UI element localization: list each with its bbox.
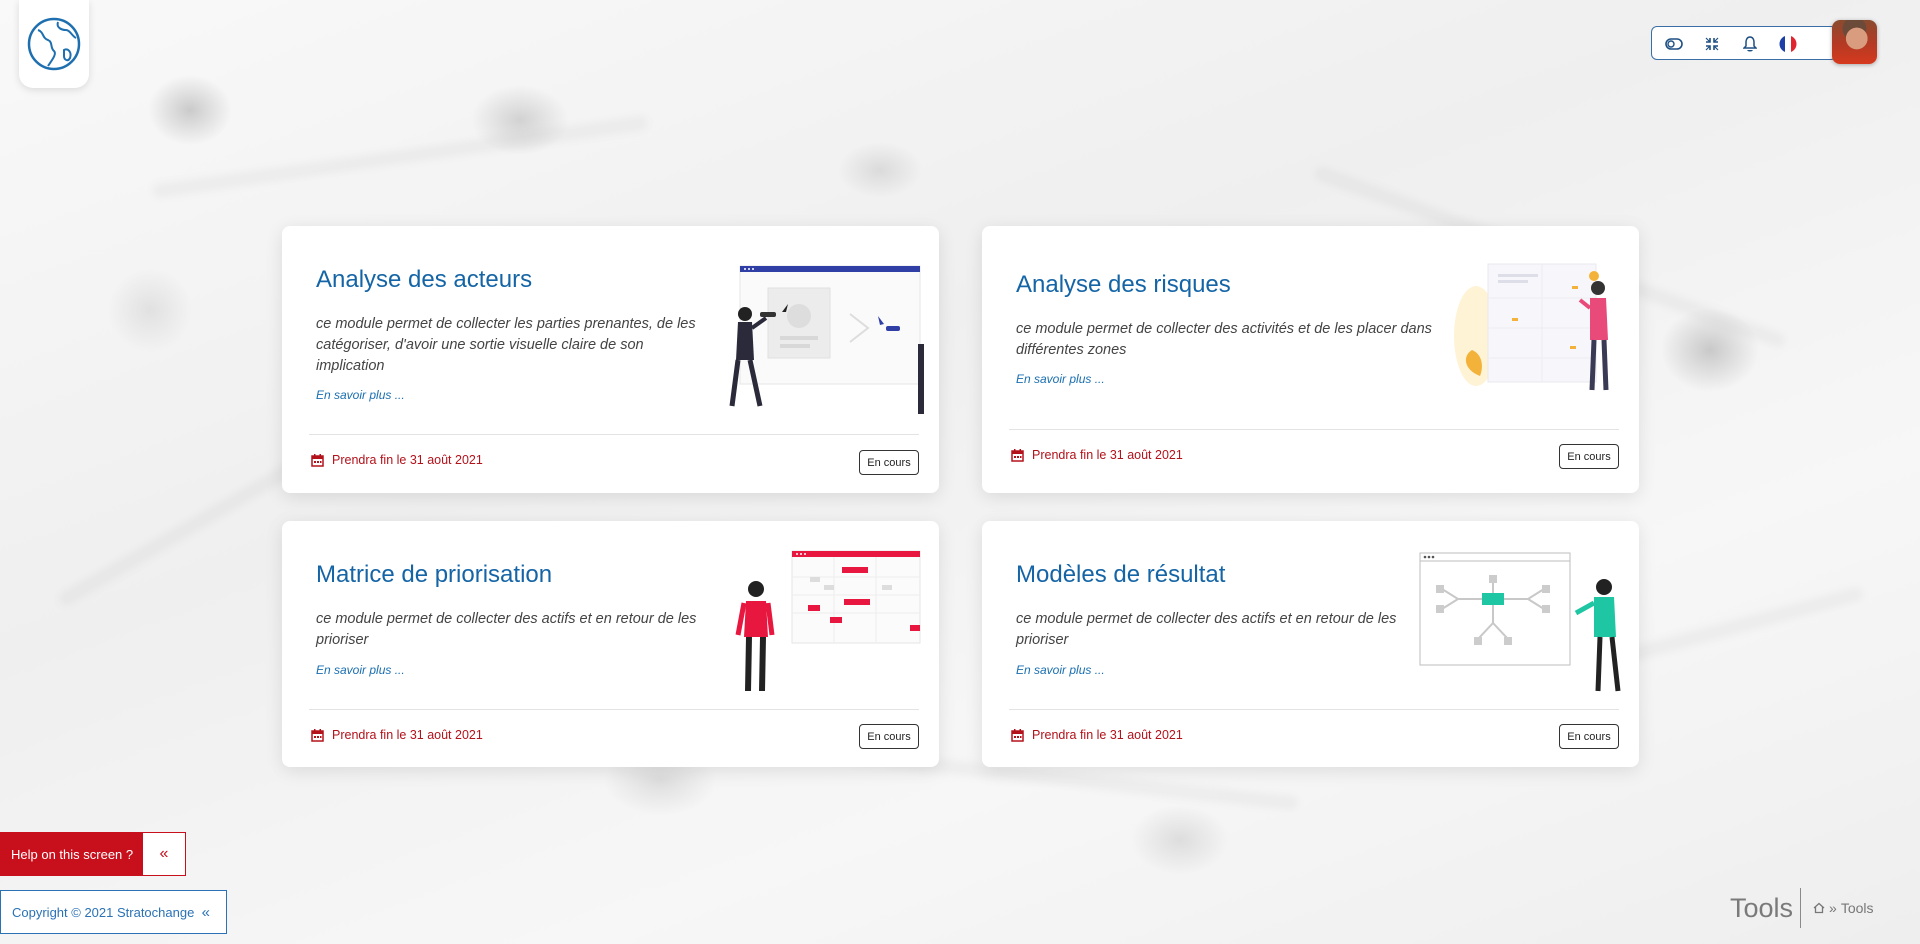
status-button[interactable]: En cours [859,724,919,749]
results-model-illustration [1419,552,1621,692]
help-collapse-button[interactable]: « [142,832,186,876]
app-logo[interactable] [19,0,89,88]
breadcrumb: Tools » Tools [1730,888,1874,928]
card-deadline: Prendra fin le 31 août 2021 [311,728,483,742]
copyright-text: Copyright © 2021 Stratochange [12,904,195,920]
avatar[interactable] [1832,20,1877,64]
header-toolbar [1651,26,1837,60]
card-divider [1009,709,1619,710]
card-divider [309,434,919,435]
card-divider [309,709,919,710]
toggle-icon[interactable] [1664,34,1684,54]
deadline-text: Prendra fin le 31 août 2021 [332,728,483,742]
prioritization-illustration [735,550,921,692]
globe-icon [27,17,81,71]
calendar-icon [311,728,324,742]
calendar-icon [311,453,324,467]
card-description: ce module permet de collecter des actifs… [1016,611,1397,648]
breadcrumb-separator: » [1829,900,1837,916]
breadcrumb-divider [1800,888,1802,928]
risks-illustration [1454,263,1609,391]
bell-icon[interactable] [1740,34,1760,54]
card-title[interactable]: Analyse des risques [1016,271,1231,299]
status-button[interactable]: En cours [1559,444,1619,469]
status-button[interactable]: En cours [859,450,919,475]
calendar-icon [1011,728,1024,742]
deadline-text: Prendra fin le 31 août 2021 [1032,448,1183,462]
card-modeles-resultat[interactable]: Modèles de résultat ce module permet de … [982,521,1639,767]
learn-more-link[interactable]: En savoir plus ... [1016,663,1105,677]
deadline-text: Prendra fin le 31 août 2021 [332,453,483,467]
breadcrumb-path: » Tools [1813,900,1874,916]
help-widget: Help on this screen ? « [0,832,186,876]
learn-more-link[interactable]: En savoir plus ... [1016,372,1105,386]
help-button[interactable]: Help on this screen ? [0,832,142,876]
card-deadline: Prendra fin le 31 août 2021 [1011,448,1183,462]
learn-more-link[interactable]: En savoir plus ... [316,663,405,677]
footer-collapse-button[interactable]: « [202,904,210,921]
card-divider [1009,429,1619,430]
page-title: Tools [1730,892,1794,923]
card-analyse-risques[interactable]: Analyse des risques ce module permet de … [982,226,1639,493]
deadline-text: Prendra fin le 31 août 2021 [1032,728,1183,742]
card-title[interactable]: Matrice de priorisation [316,561,552,589]
learn-more-link[interactable]: En savoir plus ... [316,388,405,402]
footer-copyright: Copyright © 2021 Stratochange « [0,890,227,934]
calendar-icon [1011,448,1024,462]
status-button[interactable]: En cours [1559,724,1619,749]
french-flag-icon[interactable] [1778,34,1798,54]
breadcrumb-item-tools[interactable]: Tools [1841,900,1874,916]
card-deadline: Prendra fin le 31 août 2021 [1011,728,1183,742]
card-matrice-priorisation[interactable]: Matrice de priorisation ce module permet… [282,521,939,767]
compress-icon[interactable] [1702,34,1722,54]
card-description: ce module permet de collecter des actifs… [316,611,697,648]
card-deadline: Prendra fin le 31 août 2021 [311,453,483,467]
card-title[interactable]: Modèles de résultat [1016,561,1225,589]
home-icon[interactable] [1813,902,1825,914]
card-description: ce module permet de collecter les partie… [316,316,696,374]
card-description: ce module permet de collecter des activi… [1016,321,1432,358]
stakeholders-illustration [729,265,924,414]
card-title[interactable]: Analyse des acteurs [316,266,532,294]
card-analyse-acteurs[interactable]: Analyse des acteurs ce module permet de … [282,226,939,493]
